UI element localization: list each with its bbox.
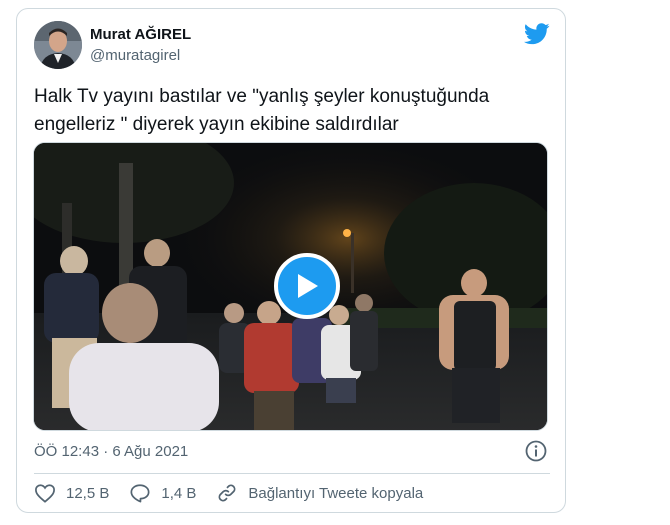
play-icon	[298, 274, 318, 298]
twitter-bird-icon[interactable]	[524, 23, 550, 45]
like-count: 12,5 B	[66, 484, 110, 502]
reply-button[interactable]: 1,4 B	[129, 483, 196, 503]
heart-icon	[35, 484, 55, 503]
author-handle[interactable]: @muratagirel	[90, 47, 180, 64]
info-icon[interactable]	[525, 440, 547, 462]
copy-link-button[interactable]: Bağlantıyı Tweete kopyala	[216, 482, 423, 504]
avatar-image	[34, 21, 82, 69]
author-name[interactable]: Murat AĞIREL	[90, 26, 191, 43]
play-button[interactable]	[274, 253, 340, 319]
reply-count: 1,4 B	[161, 484, 197, 502]
tweet-timestamp[interactable]: ÖÖ 12:43 · 6 Ağu 2021	[34, 443, 188, 460]
copy-link-label: Bağlantıyı Tweete kopyala	[248, 484, 424, 502]
reply-icon	[130, 484, 150, 503]
divider	[34, 473, 550, 474]
tweet-card[interactable]: Murat AĞIREL @muratagirel Halk Tv yayını…	[16, 8, 566, 513]
tweet-text: Halk Tv yayını bastılar ve ʺyanlış şeyle…	[34, 86, 490, 135]
like-button[interactable]: 12,5 B	[34, 483, 109, 503]
video-player[interactable]	[33, 142, 548, 431]
avatar[interactable]	[34, 21, 82, 69]
action-bar: 12,5 B 1,4 B Bağlantıyı Tweete kopyala	[34, 481, 443, 505]
link-icon	[218, 484, 236, 502]
